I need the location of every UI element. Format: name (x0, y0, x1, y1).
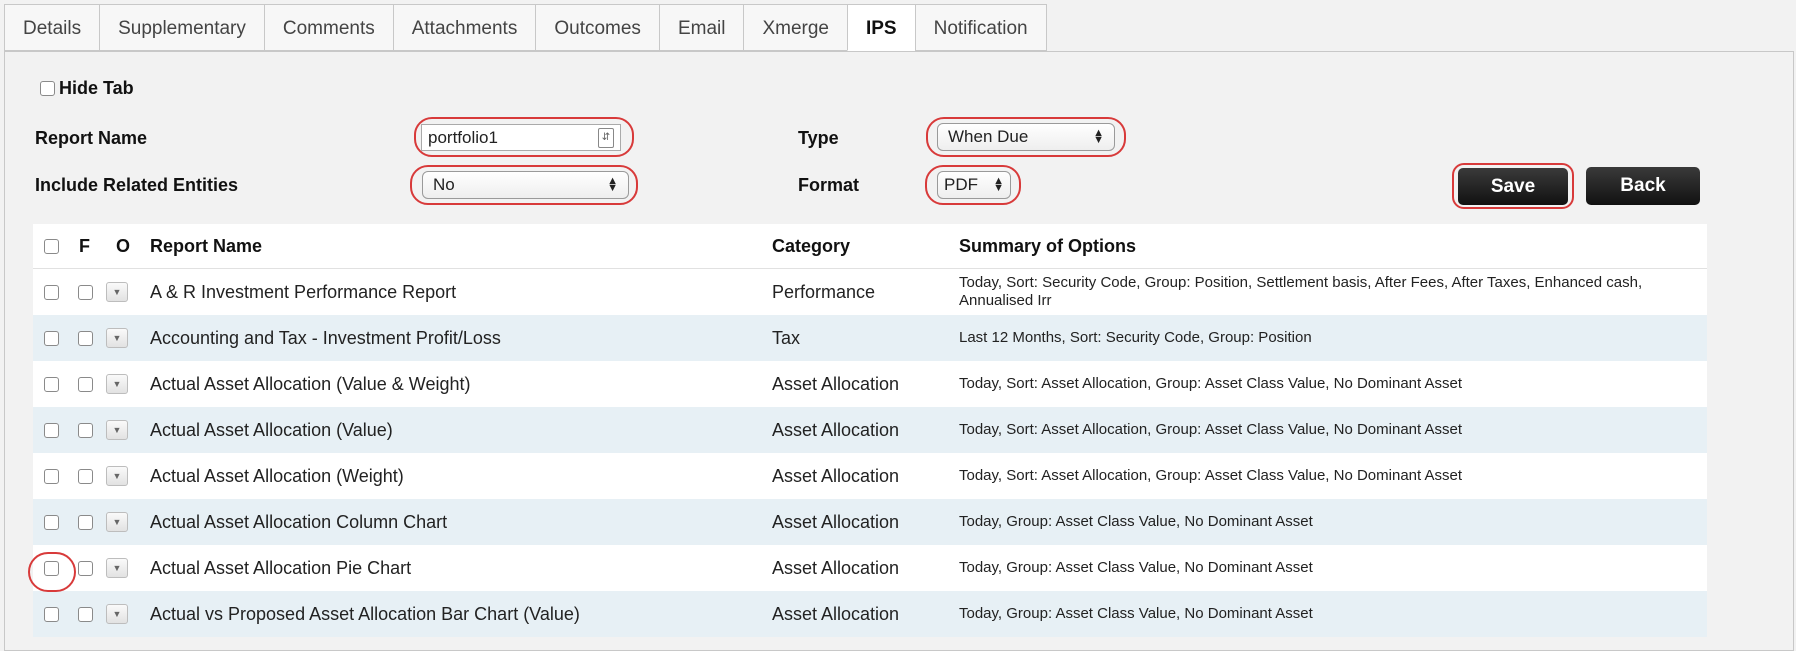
format-select[interactable]: PDF ▲ ▼ (937, 171, 1011, 199)
summary-cell: Last 12 Months, Sort: Security Code, Gro… (959, 329, 1312, 346)
tab-xmerge[interactable]: Xmerge (743, 4, 847, 51)
tab-ips[interactable]: IPS (846, 4, 915, 51)
tab-email[interactable]: Email (658, 4, 744, 51)
row-select-checkbox[interactable] (44, 284, 59, 300)
category-cell: Asset Allocation (772, 373, 900, 394)
include-related-label: Include Related Entities (35, 175, 239, 195)
type-label: Type (798, 128, 839, 148)
tab-details[interactable]: Details (4, 4, 100, 51)
tab-supplementary[interactable]: Supplementary (99, 4, 264, 51)
summary-cell: Today, Sort: Asset Allocation, Group: As… (959, 467, 1463, 484)
category-cell: Tax (772, 327, 801, 348)
table-row[interactable]: ▼ Actual Asset Allocation (Value & Weigh… (33, 361, 1707, 407)
dropdown-icon[interactable]: ▼ (106, 512, 128, 532)
col-report-name: Report Name (150, 235, 263, 256)
table-row[interactable]: ▼ Actual Asset Allocation (Value) Asset … (33, 407, 1707, 453)
col-category: Category (772, 235, 851, 256)
row-select-checkbox[interactable] (44, 330, 59, 346)
category-cell: Asset Allocation (772, 603, 900, 624)
col-f: F (79, 235, 90, 256)
table-row[interactable]: ▼ Actual Asset Allocation Pie Chart Asse… (33, 545, 1707, 591)
category-cell: Asset Allocation (772, 419, 900, 440)
report-name-cell: Accounting and Tax - Investment Profit/L… (150, 327, 501, 348)
summary-cell: Today, Sort: Security Code, Group: Posit… (959, 274, 1643, 309)
report-name-label: Report Name (35, 128, 148, 148)
report-name-cell: A & R Investment Performance Report (150, 281, 457, 302)
tab-bar: Details Supplementary Comments Attachmen… (4, 4, 1047, 52)
row-f-checkbox[interactable] (78, 560, 93, 576)
table-row[interactable]: ▼ A & R Investment Performance Report Pe… (33, 269, 1707, 315)
summary-cell: Today, Group: Asset Class Value, No Domi… (959, 513, 1313, 530)
table-header: F O Report Name Category Summary of Opti… (33, 224, 1707, 269)
row-f-checkbox[interactable] (78, 422, 93, 438)
table-row[interactable]: ▼ Actual Asset Allocation (Weight) Asset… (33, 453, 1707, 499)
dropdown-icon[interactable]: ▼ (106, 558, 128, 578)
save-button[interactable]: Save (1458, 168, 1568, 205)
summary-cell: Today, Sort: Asset Allocation, Group: As… (959, 375, 1463, 392)
dropdown-icon[interactable]: ▼ (106, 420, 128, 440)
table-row[interactable]: ▼ Actual vs Proposed Asset Allocation Ba… (33, 591, 1707, 637)
report-name-cell: Actual Asset Allocation (Value) (150, 419, 393, 440)
hide-tab-checkbox[interactable] (40, 81, 55, 96)
include-related-value: No (433, 175, 455, 194)
tab-outcomes[interactable]: Outcomes (535, 4, 659, 51)
select-arrows-icon: ▲ ▼ (1093, 127, 1104, 146)
include-related-select[interactable]: No ▲ ▼ (422, 171, 629, 199)
report-name-cell: Actual Asset Allocation Pie Chart (150, 557, 412, 578)
row-f-checkbox[interactable] (78, 606, 93, 622)
report-name-cell: Actual Asset Allocation (Value & Weight) (150, 373, 471, 394)
row-select-checkbox[interactable] (44, 514, 59, 530)
category-cell: Performance (772, 281, 876, 302)
type-select[interactable]: When Due ▲ ▼ (937, 123, 1115, 151)
category-cell: Asset Allocation (772, 465, 900, 486)
row-select-checkbox[interactable] (44, 376, 59, 392)
dropdown-icon[interactable]: ▼ (106, 466, 128, 486)
summary-cell: Today, Sort: Asset Allocation, Group: As… (959, 421, 1463, 438)
report-name-cell: Actual vs Proposed Asset Allocation Bar … (150, 603, 580, 624)
col-summary: Summary of Options (959, 235, 1137, 256)
table-row[interactable]: ▼ Actual Asset Allocation Column Chart A… (33, 499, 1707, 545)
row-f-checkbox[interactable] (78, 330, 93, 346)
dropdown-icon[interactable]: ▼ (106, 328, 128, 348)
back-button[interactable]: Back (1586, 167, 1700, 205)
report-name-input[interactable]: portfolio1 ⇵ (421, 124, 621, 151)
report-name-cell: Actual Asset Allocation Column Chart (150, 511, 448, 532)
format-label: Format (798, 175, 860, 195)
row-f-checkbox[interactable] (78, 284, 93, 300)
select-all-checkbox[interactable] (44, 238, 59, 254)
tab-comments[interactable]: Comments (263, 4, 393, 51)
tab-attachments[interactable]: Attachments (392, 4, 536, 51)
dropdown-icon[interactable]: ▼ (106, 282, 128, 302)
hide-tab-label: Hide Tab (59, 78, 134, 98)
table-row[interactable]: ▼ Accounting and Tax - Investment Profit… (33, 315, 1707, 361)
dropdown-icon[interactable]: ▼ (106, 604, 128, 624)
row-f-checkbox[interactable] (78, 376, 93, 392)
row-select-checkbox[interactable] (44, 468, 59, 484)
row-f-checkbox[interactable] (78, 514, 93, 530)
row-f-checkbox[interactable] (78, 468, 93, 484)
summary-cell: Today, Group: Asset Class Value, No Domi… (959, 559, 1313, 576)
category-cell: Asset Allocation (772, 557, 900, 578)
report-name-cell: Actual Asset Allocation (Weight) (150, 465, 404, 486)
row-select-checkbox[interactable] (44, 606, 59, 622)
select-arrows-icon: ▲ ▼ (993, 175, 1004, 194)
type-value: When Due (948, 127, 1029, 146)
contact-card-icon[interactable]: ⇵ (598, 127, 614, 148)
format-value: PDF (944, 175, 978, 194)
row-checkbox-highlight (28, 552, 76, 592)
category-cell: Asset Allocation (772, 511, 900, 532)
select-arrows-icon: ▲ ▼ (607, 175, 618, 194)
dropdown-icon[interactable]: ▼ (106, 374, 128, 394)
row-select-checkbox[interactable] (44, 422, 59, 438)
reports-table: F O Report Name Category Summary of Opti… (33, 224, 1707, 637)
col-o: O (116, 235, 131, 256)
report-name-value: portfolio1 (428, 127, 498, 147)
summary-cell: Today, Group: Asset Class Value, No Domi… (959, 605, 1313, 622)
tab-notification[interactable]: Notification (914, 4, 1047, 51)
